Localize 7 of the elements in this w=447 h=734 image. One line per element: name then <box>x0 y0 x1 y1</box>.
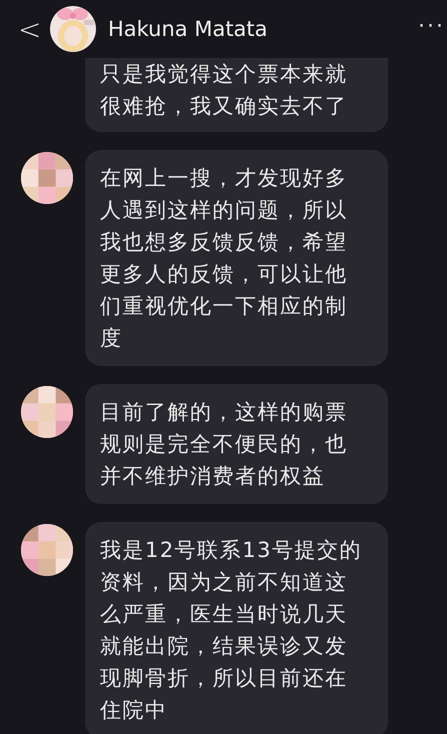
message-text: 在网上一搜，才发现好多 人遇到这样的问题，所以 我也想多反馈反馈，希望 更多人的反馈，可以让他 们重视优化一下相应的制 度 <box>100 165 348 352</box>
message-text: 目前了解的，这样的购票 规则是完全不便民的，也 并不维护消费者的权益 <box>100 399 348 490</box>
message-text: 只是我觉得这个票本来就 很难抢，我又确实去不了 <box>100 61 348 120</box>
back-button[interactable]: < <box>18 12 42 46</box>
chat-title: Hakuna Matata <box>108 17 268 41</box>
more-button[interactable]: ··· <box>418 14 445 39</box>
message-text: 我是12号联系13号提交的 资料，因为之前不知道这 么严重，医生当时说几天 就能出院，结果误诊又发 现脚骨折，所以目前还在 住院中 <box>100 537 363 724</box>
